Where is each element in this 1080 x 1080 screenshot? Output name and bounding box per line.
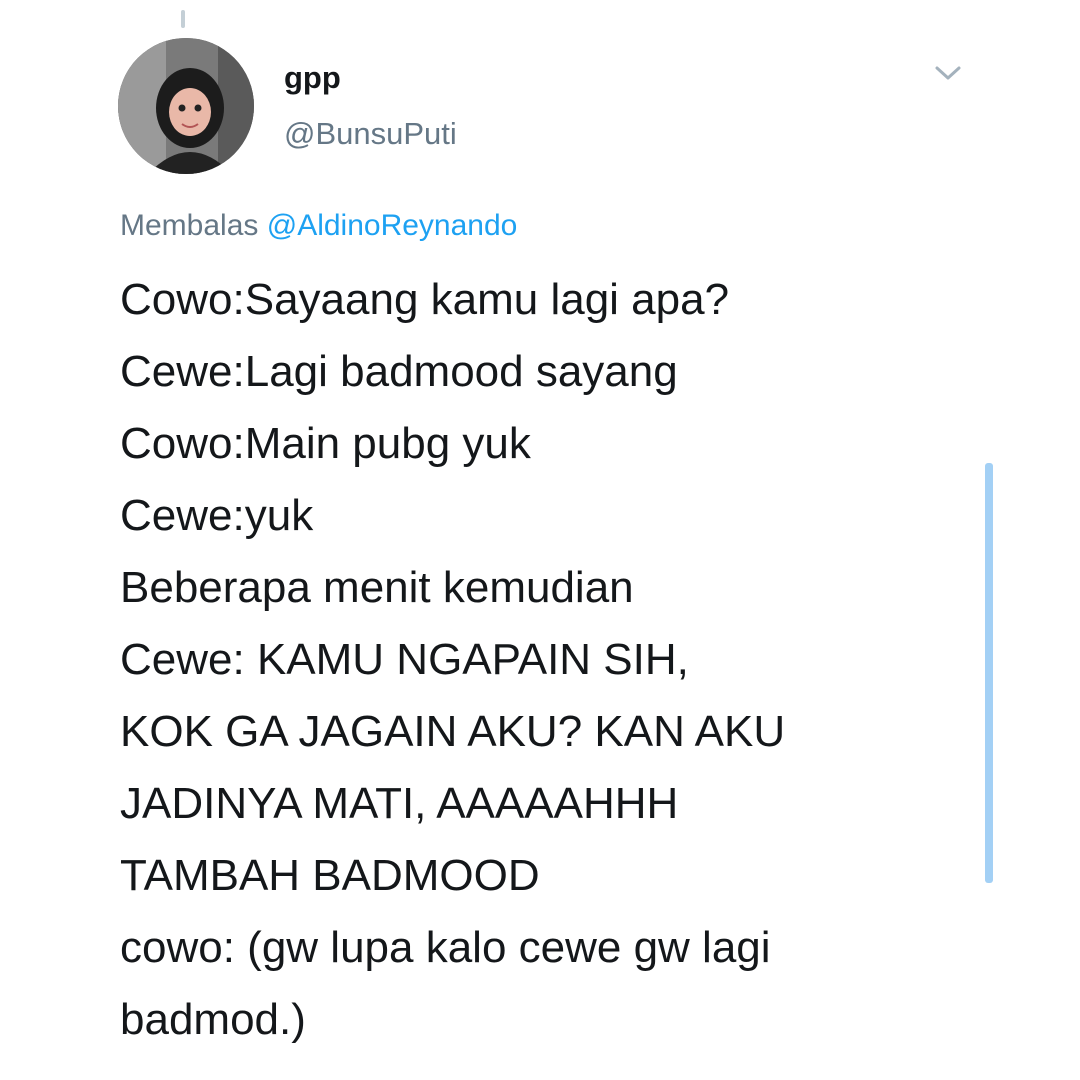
- tweet-text-line: Cowo:Sayaang kamu lagi apa?: [120, 275, 730, 324]
- scrollbar[interactable]: [985, 463, 993, 883]
- user-handle[interactable]: @BunsuPuti: [284, 118, 457, 149]
- avatar-photo-icon: [118, 38, 254, 174]
- reply-prefix: Membalas: [120, 209, 259, 242]
- chevron-down-icon: [935, 66, 961, 80]
- tweet-text-line: Cewe:Lagi badmood sayang: [120, 347, 678, 396]
- tweet-text-line: badmod.): [120, 995, 306, 1044]
- tweet-text-line: KOK GA JAGAIN AKU? KAN AKU: [120, 707, 786, 756]
- reply-context: Membalas @AldinoReynando: [120, 208, 517, 244]
- display-name[interactable]: gpp: [284, 62, 341, 93]
- tweet-text-line: JADINYA MATI, AAAAAHHH: [120, 779, 679, 828]
- tweet-text: Cowo:Sayaang kamu lagi apa? Cewe:Lagi ba…: [120, 264, 960, 1056]
- tweet-text-line: TAMBAH BADMOOD: [120, 851, 540, 900]
- tweet-text-line: Cewe:yuk: [120, 491, 314, 540]
- reply-to-mention-link[interactable]: @AldinoReynando: [267, 209, 518, 242]
- thread-connector-line: [181, 10, 185, 28]
- avatar[interactable]: [118, 38, 254, 174]
- tweet-text-line: Cewe: KAMU NGAPAIN SIH,: [120, 635, 689, 684]
- tweet-text-line: cowo: (gw lupa kalo cewe gw lagi: [120, 923, 771, 972]
- more-options-button[interactable]: [928, 56, 968, 90]
- tweet-text-line: Cowo:Main pubg yuk: [120, 419, 531, 468]
- tweet-text-line: Beberapa menit kemudian: [120, 563, 634, 612]
